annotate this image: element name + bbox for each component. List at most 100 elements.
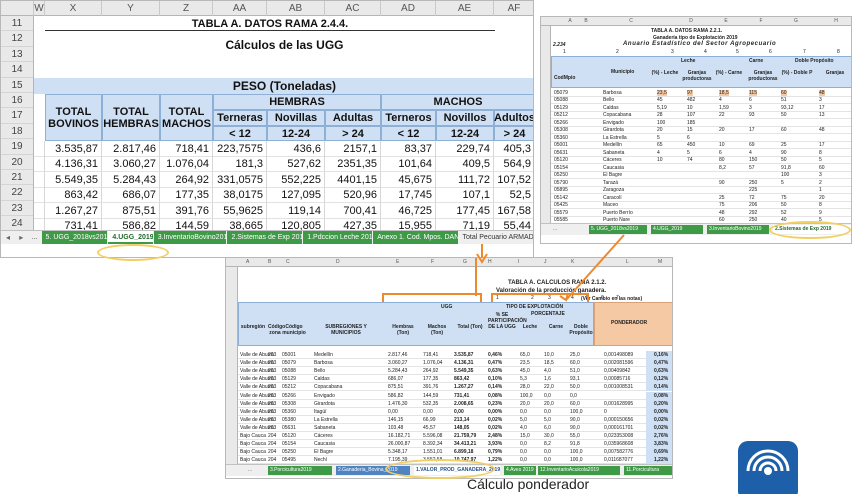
table-cell[interactable]: 177,35 bbox=[160, 187, 213, 204]
table-cell[interactable]: 05120 bbox=[554, 157, 568, 163]
table-cell[interactable]: 527,62 bbox=[267, 156, 325, 173]
table-cell[interactable]: 0,023353008 bbox=[604, 433, 633, 439]
table-cell[interactable]: 204 bbox=[268, 457, 276, 463]
table-cell[interactable]: 0,011687077 bbox=[604, 457, 633, 463]
table-cell[interactable]: 4 bbox=[719, 97, 722, 103]
table-cell[interactable]: 05120 bbox=[282, 433, 296, 439]
table-cell[interactable]: 1,59 bbox=[719, 105, 729, 111]
table-cell[interactable]: 0,001628995 bbox=[604, 401, 633, 407]
table-cell[interactable]: 6 bbox=[749, 97, 752, 103]
table-cell[interactable]: 0,46% bbox=[488, 352, 502, 358]
row-number[interactable]: 22 bbox=[1, 185, 33, 201]
table-cell[interactable]: 20 bbox=[719, 127, 725, 133]
table-cell[interactable]: 0,00% bbox=[488, 409, 502, 415]
table-cell[interactable]: 4.136,31 bbox=[454, 360, 473, 366]
table-cell[interactable]: 120,805 bbox=[267, 218, 325, 230]
table-cell[interactable]: 4,0 bbox=[544, 368, 551, 374]
table-cell[interactable]: 25,0 bbox=[570, 352, 580, 358]
column-header[interactable]: H bbox=[821, 18, 851, 24]
table-cell[interactable]: 144,59 bbox=[160, 218, 213, 230]
table-cell[interactable]: 292 bbox=[749, 210, 757, 216]
table-cell[interactable]: 731,41 bbox=[454, 393, 469, 399]
table-cell[interactable]: 0,20% bbox=[654, 401, 668, 407]
column-header[interactable]: B bbox=[571, 18, 601, 24]
row-number[interactable]: 23 bbox=[1, 201, 33, 217]
table-cell[interactable]: 22 bbox=[719, 112, 725, 118]
table-cell[interactable]: 5,0 bbox=[520, 417, 527, 423]
tab-more[interactable]: ... bbox=[27, 231, 40, 244]
table-cell[interactable]: 229,74 bbox=[436, 141, 494, 157]
row-number[interactable]: 14 bbox=[1, 62, 33, 78]
spreadsheet-ugg[interactable]: W X Y Z AA AB AC AD AE AF 11 12 13 14 15… bbox=[0, 0, 534, 258]
sheet-tab[interactable]: 12.InventarioAcuicola2019 bbox=[538, 466, 620, 475]
table-cell[interactable]: 15,955 bbox=[381, 218, 436, 230]
table-cell[interactable]: 100 bbox=[781, 172, 789, 178]
table-cell[interactable]: La Estrella bbox=[314, 417, 338, 423]
table-cell[interactable]: Bajo Cauca bbox=[240, 457, 266, 463]
table-cell[interactable]: Copacabana bbox=[603, 112, 631, 118]
table-cell[interactable]: Bello bbox=[603, 97, 614, 103]
row-number[interactable]: 21 bbox=[1, 170, 33, 186]
sheet-tab[interactable]: ... bbox=[246, 466, 264, 475]
sheet-tab[interactable]: 5. UGG_2018vs2019 bbox=[589, 225, 647, 234]
table-cell[interactable]: 23,5 bbox=[657, 89, 667, 96]
table-cell[interactable]: 05154 bbox=[282, 441, 296, 447]
table-cell[interactable]: 0,79% bbox=[488, 449, 502, 455]
table-cell[interactable]: 91,8 bbox=[570, 441, 580, 447]
table-cell[interactable]: 51,0 bbox=[570, 368, 580, 374]
table-cell[interactable]: 1,6 bbox=[544, 376, 551, 382]
sheet-tab[interactable]: ... bbox=[551, 225, 581, 234]
table-cell[interactable]: 875,51 bbox=[102, 202, 160, 219]
table-cell[interactable]: 80 bbox=[719, 157, 725, 163]
table-cell[interactable]: Maceo bbox=[603, 202, 618, 208]
table-cell[interactable]: Medellín bbox=[314, 352, 333, 358]
table-cell[interactable]: 0,12% bbox=[654, 376, 668, 382]
sheet-grid[interactable]: TABLA A. DATOS RAMA 2.4.4. Cálculos de l… bbox=[34, 16, 533, 230]
spreadsheet-valoracion[interactable]: A B C D E F G H I J K L M TABLA A. CALCULOS RAMA 2.1.… bbox=[225, 257, 673, 479]
table-cell[interactable]: 5.284,43 bbox=[388, 368, 407, 374]
table-cell[interactable]: 203 bbox=[268, 393, 276, 399]
table-cell[interactable]: 75 bbox=[719, 202, 725, 208]
row-number[interactable]: 12 bbox=[1, 31, 33, 47]
table-cell[interactable]: 28,0 bbox=[520, 384, 530, 390]
table-cell[interactable]: 18,5 bbox=[719, 89, 729, 96]
table-cell[interactable]: 5 bbox=[687, 150, 690, 156]
table-cell[interactable]: 66,99 bbox=[423, 417, 436, 423]
tabs-prev-icon[interactable]: ◂ bbox=[1, 233, 15, 242]
table-cell[interactable]: 93,1 bbox=[570, 376, 580, 382]
column-header[interactable]: G bbox=[463, 259, 467, 265]
table-cell[interactable]: 405,3 bbox=[494, 141, 533, 157]
table-cell[interactable]: 6,0 bbox=[544, 425, 551, 431]
table-cell[interactable]: 38,665 bbox=[213, 218, 267, 230]
table-cell[interactable]: 05129 bbox=[282, 376, 296, 382]
table-cell[interactable]: 38,0175 bbox=[213, 187, 267, 204]
table-cell[interactable]: 0,02% bbox=[488, 417, 502, 423]
table-cell[interactable]: 05088 bbox=[554, 97, 568, 103]
table-cell[interactable]: 0,0 bbox=[570, 393, 577, 399]
table-cell[interactable]: 65 bbox=[657, 142, 663, 148]
column-header[interactable]: B bbox=[268, 259, 271, 265]
table-cell[interactable]: 0,00% bbox=[654, 409, 668, 415]
table-cell[interactable]: 2.817,46 bbox=[102, 141, 160, 157]
table-cell[interactable]: 1.476,30 bbox=[388, 401, 407, 407]
table-cell[interactable]: 10 bbox=[687, 105, 693, 111]
table-cell[interactable]: 1,22% bbox=[488, 457, 502, 463]
table-cell[interactable]: 30,0 bbox=[544, 433, 554, 439]
table-cell[interactable]: 52,5 bbox=[494, 187, 533, 204]
sheet-tab[interactable]: 3.InventarioBovino2019 bbox=[707, 225, 769, 234]
column-header[interactable]: A bbox=[246, 259, 249, 265]
table-cell[interactable]: 20 bbox=[819, 195, 825, 201]
table-cell[interactable]: 05495 bbox=[282, 457, 296, 463]
table-cell[interactable]: 177,45 bbox=[436, 202, 494, 219]
tab-produccion-leche[interactable]: 1.Pdccion Leche 2019 bbox=[303, 231, 373, 244]
column-header[interactable]: H bbox=[488, 259, 492, 265]
column-header[interactable]: F bbox=[431, 259, 434, 265]
table-cell[interactable]: 586,82 bbox=[102, 218, 160, 230]
column-x[interactable]: X bbox=[45, 1, 102, 16]
table-cell[interactable]: Girardota bbox=[603, 127, 624, 133]
table-cell[interactable]: 0,02% bbox=[654, 425, 668, 431]
column-header[interactable]: D bbox=[676, 18, 706, 24]
column-header[interactable]: J bbox=[544, 259, 547, 265]
table-cell[interactable]: Caldas bbox=[603, 105, 619, 111]
table-cell[interactable]: Sabaneta bbox=[314, 425, 335, 431]
